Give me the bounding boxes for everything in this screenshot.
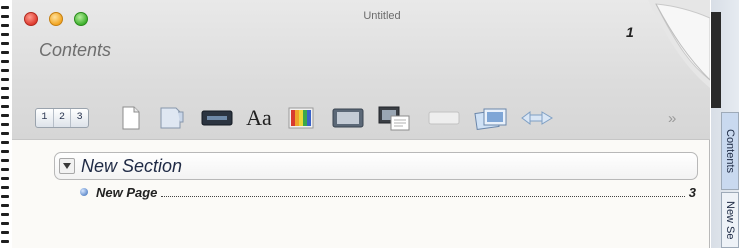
binding-ring	[1, 105, 9, 108]
number-2: 2	[54, 109, 72, 127]
binding-ring	[1, 114, 9, 117]
field-icon	[201, 110, 233, 126]
page-bullet-icon	[80, 188, 88, 196]
binding-ring	[1, 132, 9, 135]
binding-ring	[1, 33, 9, 36]
binding-ring	[1, 159, 9, 162]
image-icon	[332, 108, 364, 128]
binding-ring	[1, 141, 9, 144]
tab-contents[interactable]: Contents	[721, 112, 739, 190]
number-1: 1	[36, 109, 54, 127]
insert-link-button[interactable]	[516, 100, 558, 136]
binding-ring	[1, 150, 9, 153]
multimedia-icon	[378, 106, 410, 131]
link-arrow-icon	[521, 111, 553, 125]
binding-ring	[1, 240, 9, 243]
binding-ring	[1, 87, 9, 90]
binding-ring	[1, 15, 9, 18]
binding-ring	[1, 213, 9, 216]
insert-photos-button[interactable]	[470, 100, 512, 136]
insert-field-button[interactable]	[198, 100, 236, 136]
side-tab-strip: Contents New Se	[711, 0, 739, 248]
insert-image-button[interactable]	[328, 100, 368, 136]
tab-new-section[interactable]: New Se	[721, 192, 739, 248]
contents-title: Contents	[39, 40, 112, 60]
color-swatches-icon	[288, 107, 314, 129]
tab-contents-label: Contents	[724, 128, 736, 174]
binding-ring	[1, 186, 9, 189]
toolbar: 1 2 3 Aa	[28, 100, 698, 136]
binding-ring	[1, 42, 9, 45]
font-button[interactable]: Aa	[242, 100, 276, 136]
binding-ring	[1, 69, 9, 72]
colors-button[interactable]	[284, 100, 318, 136]
photo-stack-icon	[474, 108, 507, 130]
binding-ring	[1, 222, 9, 225]
blank-label-icon	[428, 111, 460, 125]
number-3: 3	[76, 112, 83, 123]
binding-ring	[1, 24, 9, 27]
font-label: Aa	[246, 105, 272, 130]
binding-ring	[1, 168, 9, 171]
new-page-button[interactable]	[116, 100, 146, 136]
binding-ring	[1, 6, 9, 9]
insert-multimedia-button[interactable]	[374, 100, 414, 136]
page-ref-number: 3	[688, 184, 696, 200]
binding-ring	[1, 78, 9, 81]
binding-ring	[1, 96, 9, 99]
blank-page-icon	[122, 106, 140, 130]
notebook-window: Untitled Contents 1 1 2 3 Aa » New Secti…	[12, 0, 710, 248]
zoom-button[interactable]	[74, 12, 88, 26]
close-button[interactable]	[24, 12, 38, 26]
section-row[interactable]: New Section	[54, 152, 698, 180]
window-title: Untitled	[363, 10, 401, 22]
binding-ring	[1, 231, 9, 234]
tab-new-section-label: New Se	[724, 200, 736, 240]
page-title[interactable]: New Page	[96, 185, 157, 200]
minimize-button[interactable]	[49, 12, 63, 26]
toolbar-overflow-button[interactable]: »	[668, 110, 676, 127]
binding-ring	[1, 195, 9, 198]
binding-ring	[1, 177, 9, 180]
divider-tab-icon	[160, 107, 184, 129]
strip-edge	[711, 12, 721, 108]
binding-ring	[1, 123, 9, 126]
binding-ring	[1, 60, 9, 63]
contents-outline: New Section New Page 3	[54, 152, 698, 202]
new-divider-button[interactable]	[154, 100, 188, 136]
page-numbering-button[interactable]: 1 2 3	[34, 100, 90, 136]
spiral-binding	[0, 0, 12, 248]
insert-label-button[interactable]	[424, 100, 464, 136]
notebook-header: Untitled Contents 1 1 2 3 Aa »	[12, 0, 710, 140]
binding-ring	[1, 204, 9, 207]
disclosure-triangle-icon[interactable]	[59, 158, 75, 174]
binding-ring	[1, 51, 9, 54]
page-entry-row[interactable]: New Page 3	[54, 182, 698, 202]
page-numbering-icon: 1 2 3	[35, 108, 89, 128]
dot-leader	[161, 195, 685, 197]
page-curl-icon[interactable]	[648, 0, 710, 88]
section-title[interactable]: New Section	[81, 156, 182, 177]
page-number: 1	[626, 24, 634, 40]
